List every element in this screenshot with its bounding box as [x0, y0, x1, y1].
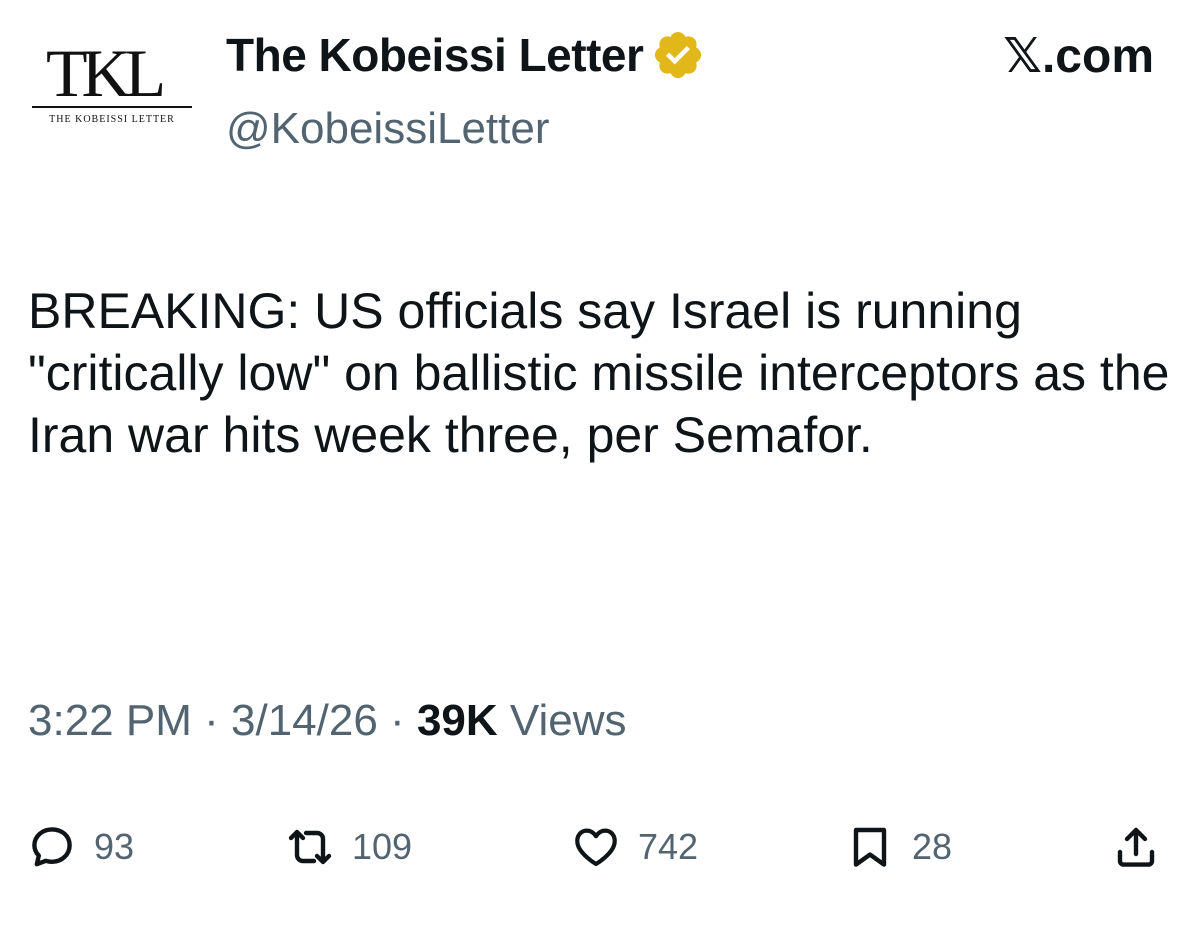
logo-subtitle: THE KOBEISSI LETTER [49, 114, 175, 125]
logo-divider [32, 106, 192, 108]
logo-mark: TKL [46, 35, 166, 111]
tweet-date[interactable]: 3/14/26 [231, 696, 378, 745]
share-button[interactable] [1112, 812, 1160, 882]
share-upload-icon [1117, 827, 1155, 867]
avatar[interactable]: TKL THE KOBEISSI LETTER [32, 38, 192, 128]
bookmark-icon [853, 827, 887, 867]
author-name-row: The Kobeissi Letter [226, 28, 705, 82]
repost-button[interactable]: 109 [286, 812, 412, 882]
action-bar: 93 109 742 28 [0, 812, 1200, 882]
bookmark-count: 28 [912, 826, 953, 867]
views-count: 39K [416, 696, 498, 745]
meta-separator: · [390, 696, 405, 745]
reply-bubble-icon [32, 827, 72, 867]
tweet-text: BREAKING: US officials say Israel is run… [28, 283, 1170, 463]
x-brand-logo: 𝕏.com [1003, 30, 1154, 83]
bookmark-button[interactable]: 28 [846, 812, 952, 882]
heart-icon [575, 828, 617, 867]
repost-arrows-icon [288, 829, 332, 865]
meta-separator: · [204, 696, 219, 745]
verified-badge-icon[interactable] [651, 28, 705, 82]
tweet-meta: 3:22 PM · 3/14/26 · 39K Views [28, 696, 626, 746]
like-count: 742 [638, 826, 699, 867]
user-handle[interactable]: @KobeissiLetter [226, 104, 550, 154]
reply-count: 93 [94, 826, 135, 867]
tweet-card: TKL THE KOBEISSI LETTER The Kobeissi Let… [0, 0, 1200, 928]
views-label: Views [509, 696, 627, 745]
like-button[interactable]: 742 [572, 812, 698, 882]
repost-count: 109 [352, 826, 413, 867]
display-name[interactable]: The Kobeissi Letter [226, 28, 644, 82]
tweet-time[interactable]: 3:22 PM [28, 696, 192, 745]
reply-button[interactable]: 93 [28, 812, 134, 882]
